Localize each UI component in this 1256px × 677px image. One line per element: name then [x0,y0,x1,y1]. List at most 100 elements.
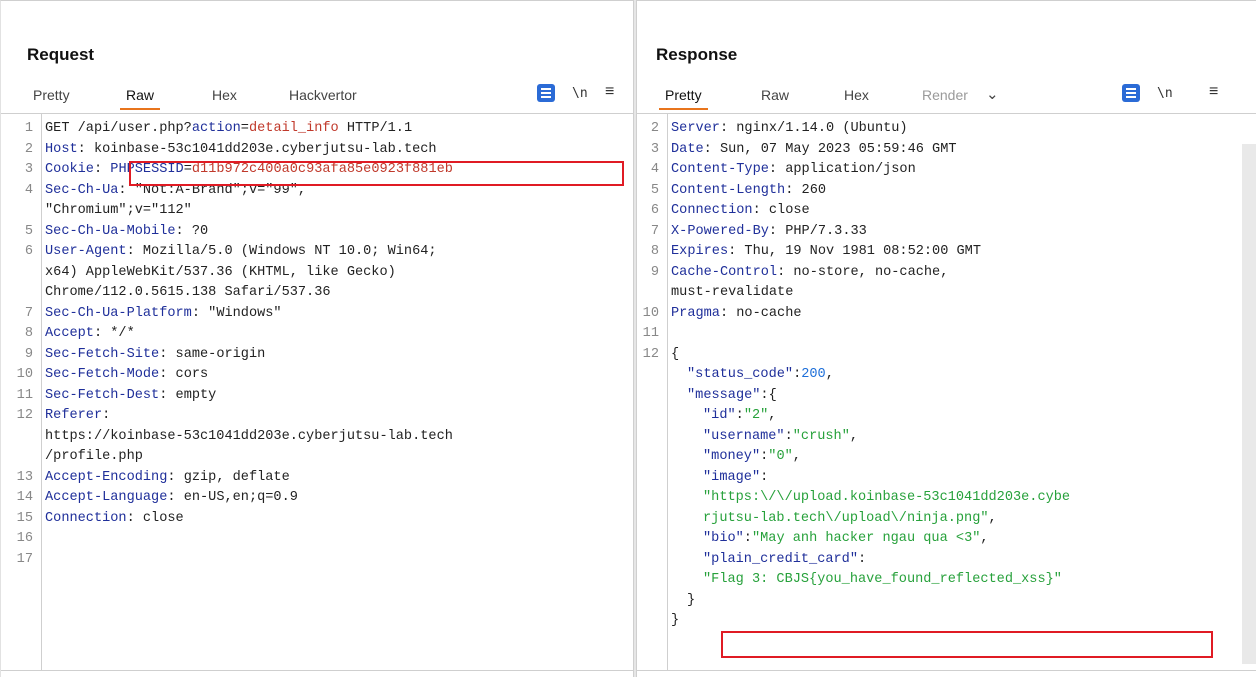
code-token: : Sun, 07 May 2023 05:59:46 GMT [703,141,957,157]
code-token: : koinbase-53c1041dd203e.cyberjutsu-lab.… [77,141,437,157]
tab-pretty[interactable]: Pretty [33,87,70,103]
line-text: Cache-Control: no-store, no-cache, [671,263,948,284]
code-token: Content-Type [671,162,769,177]
code-token: User-Agent [45,244,127,259]
code-line: "id":"2", [637,406,1256,427]
code-token: : [743,531,752,546]
code-token: : [102,408,111,423]
code-token: : [93,162,111,177]
line-text: x64) AppleWebKit/537.36 (KHTML, like Gec… [45,263,396,284]
line-text: "plain_credit_card": [671,550,866,571]
tab-render[interactable]: Render [922,87,968,103]
code-token: , [988,510,997,526]
tab-hex[interactable]: Hex [844,87,869,103]
code-token: "message" [687,387,761,403]
chevron-down-icon[interactable]: ⌄ [986,85,999,103]
code-line: 14 Accept-Language: en-US,en;q=0.9 [1,488,633,509]
line-number [637,427,659,448]
code-token: HTTP/1.1 [338,121,413,136]
code-line: /profile.php [1,447,633,468]
code-line: "plain_credit_card": [637,550,1256,571]
menu-icon[interactable]: ≡ [605,83,614,101]
code-token: "image" [703,469,761,485]
code-token: "Flag 3: CBJS{you_have_found_reflected_x… [703,572,1062,587]
code-line: "Flag 3: CBJS{you_have_found_reflected_x… [637,570,1256,591]
code-token: Host [45,141,78,157]
code-line: 12 { [637,345,1256,366]
flag-highlight-box [721,631,1213,658]
code-line: "Chromium";v="112" [1,201,633,222]
code-token: Expires [671,244,729,259]
code-token: "bio" [703,531,744,546]
show-newlines-toggle[interactable]: \n [572,86,588,101]
code-line: "status_code":200, [637,365,1256,386]
line-text: GET /api/user.php?action=detail_info HTT… [45,119,412,140]
code-token: https://koinbase-53c1041dd203e.cyberjuts… [45,428,453,444]
code-token: Date [671,141,704,157]
line-number: 10 [642,305,659,321]
cookie-highlight-box [129,161,624,186]
line-text: must-revalidate [671,283,793,304]
code-token: "0" [768,449,793,464]
code-token: { [671,346,680,362]
code-line: 7 X-Powered-By: PHP/7.3.33 [637,222,1256,243]
code-line: "username":"crush", [637,427,1256,448]
line-number [1,447,33,468]
tab-raw[interactable]: Raw [761,87,789,103]
code-token: /profile.php [45,449,143,464]
line-number [637,283,659,304]
line-number: 9 [650,264,659,280]
line-number [637,611,659,632]
response-editor[interactable]: 2 Server: nginx/1.14.0 (Ubuntu) 3 Date: Sun… [637,113,1256,671]
code-token: : gzip, deflate [167,469,290,485]
request-editor[interactable]: 1 GET /api/user.php?action=detail_info HT… [1,113,633,671]
line-text: https://koinbase-53c1041dd203e.cyberjuts… [45,427,453,448]
show-newlines-toggle[interactable]: \n [1157,86,1173,101]
line-number: 11 [642,326,659,341]
line-number [637,550,659,571]
code-token: : nginx/1.14.0 (Ubuntu) [719,121,908,136]
line-number: 5 [650,182,659,198]
line-text: Sec-Fetch-Mode: cors [45,365,208,386]
line-number [637,406,659,427]
code-token: , [980,531,989,546]
line-text: Content-Length: 260 [671,181,826,202]
line-number: 6 [650,203,659,218]
code-line: 9 Sec-Fetch-Site: same-origin [1,345,633,366]
line-text: Accept-Encoding: gzip, deflate [45,468,290,489]
code-token: "May anh hacker ngau qua <3" [751,531,981,546]
line-number: 7 [24,305,33,321]
line-number [637,447,659,468]
line-number: 17 [16,551,33,567]
line-text: Sec-Fetch-Dest: empty [45,386,216,407]
code-token: Accept-Language [45,490,168,505]
tab-pretty[interactable]: Pretty [659,87,708,110]
code-token: Cache-Control [671,264,778,280]
code-line: Chrome/112.0.5615.138 Safari/537.36 [1,283,633,304]
line-number: 12 [16,408,33,423]
code-token: , [792,449,801,464]
tab-hex[interactable]: Hex [212,87,237,103]
code-line: rjutsu-lab.tech\/upload\/ninja.png", [637,509,1256,530]
pretty-print-icon[interactable] [1122,84,1140,102]
code-line: 2 Host: koinbase-53c1041dd203e.cyberjutsu… [1,140,633,161]
code-token: : [858,551,867,567]
tab-raw[interactable]: Raw [119,87,161,110]
menu-icon[interactable]: ≡ [1209,83,1218,101]
code-line: 9 Cache-Control: no-store, no-cache, [637,263,1256,284]
pretty-print-icon[interactable] [537,84,555,102]
code-token: Cookie [45,162,94,177]
line-text: Accept: */* [45,324,135,345]
vertical-scrollbar[interactable] [1242,144,1256,664]
line-number: 5 [24,223,33,239]
code-token: = [240,121,249,136]
code-token: : [735,408,744,423]
code-token: Accept-Encoding [45,469,168,485]
code-token: Sec-Fetch-Mode [45,367,160,382]
line-number: 6 [24,244,33,259]
code-token: , [825,367,834,382]
code-line: "money":"0", [637,447,1256,468]
code-token: : 260 [785,182,827,198]
code-token: : PHP/7.3.33 [768,223,867,239]
tab-hackvertor[interactable]: Hackvertor [289,87,357,103]
